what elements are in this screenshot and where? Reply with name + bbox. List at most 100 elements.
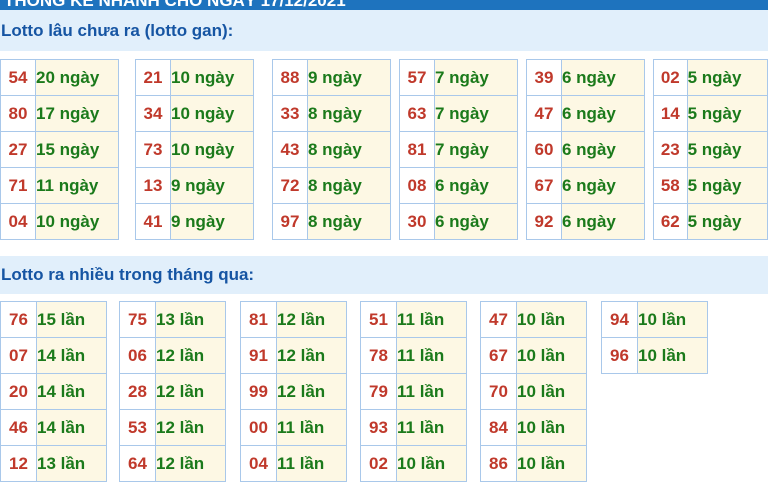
- table-row: 02 10 lần: [360, 445, 467, 482]
- table-row: 72 8 ngày: [272, 167, 391, 204]
- lotto-number: 43: [272, 131, 308, 168]
- lotto-number: 23: [653, 131, 688, 168]
- lotto-count: 10 lần: [516, 337, 587, 374]
- table-row: 57 7 ngày: [399, 59, 518, 96]
- lotto-number: 02: [360, 445, 397, 482]
- lotto-number: 94: [601, 301, 638, 338]
- lotto-count: 10 ngày: [170, 95, 254, 132]
- lotto-count: 5 ngày: [686, 131, 768, 168]
- lotto-number: 88: [272, 59, 308, 96]
- lotto-count: 10 lần: [396, 445, 467, 482]
- lotto-number: 39: [526, 59, 562, 96]
- lotto-number: 47: [480, 301, 517, 338]
- table-row: 46 14 lần: [0, 409, 107, 446]
- lotto-number: 51: [360, 301, 397, 338]
- gan-group: 88 9 ngày 33 8 ngày 43 8 ngày 72 8 ngày 97 8 ngày: [272, 59, 391, 240]
- table-row: 67 10 lần: [480, 337, 587, 374]
- lotto-number: 34: [135, 95, 171, 132]
- lotto-number: 53: [119, 409, 156, 446]
- gan-group: 57 7 ngày 63 7 ngày 81 7 ngày 08 6 ngày 30 6 ngày: [399, 59, 518, 240]
- table-row: 51 11 lần: [360, 301, 467, 338]
- table-row: 64 12 lần: [119, 445, 226, 482]
- lotto-count: 8 ngày: [307, 167, 391, 204]
- table-row: 14 5 ngày: [653, 95, 768, 132]
- lotto-count: 9 ngày: [170, 167, 254, 204]
- lotto-count: 10 lần: [637, 337, 708, 374]
- lotto-number: 12: [0, 445, 37, 482]
- lotto-count: 13 lần: [155, 301, 226, 338]
- lotto-number: 80: [0, 95, 36, 132]
- frequent-group: 47 10 lần 67 10 lần 70 10 lần 84 10 lần 86 10 lần: [480, 301, 587, 482]
- lotto-count: 12 lần: [276, 337, 347, 374]
- header-bar: THỐNG KÊ NHANH CHO NGÀY 17/12/2021: [0, 0, 768, 10]
- table-row: 20 14 lần: [0, 373, 107, 410]
- lotto-count: 11 lần: [276, 409, 347, 446]
- table-row: 30 6 ngày: [399, 203, 518, 240]
- lotto-number: 04: [240, 445, 277, 482]
- lotto-number: 91: [240, 337, 277, 374]
- lotto-count: 11 ngày: [35, 167, 119, 204]
- table-row: 81 7 ngày: [399, 131, 518, 168]
- lotto-count: 10 lần: [637, 301, 708, 338]
- table-row: 60 6 ngày: [526, 131, 645, 168]
- lotto-number: 78: [360, 337, 397, 374]
- lotto-count: 10 ngày: [170, 131, 254, 168]
- lotto-count: 5 ngày: [686, 59, 768, 96]
- lotto-count: 6 ngày: [561, 167, 645, 204]
- gan-group: 21 10 ngày 34 10 ngày 73 10 ngày 13 9 ngày 41 9 n…: [135, 59, 254, 240]
- gan-group: 39 6 ngày 47 6 ngày 60 6 ngày 67 6 ngày 92 6 ngày: [526, 59, 645, 240]
- table-row: 53 12 lần: [119, 409, 226, 446]
- lotto-count: 6 ngày: [561, 95, 645, 132]
- lotto-count: 11 lần: [396, 301, 467, 338]
- lotto-number: 07: [0, 337, 37, 374]
- lotto-number: 67: [526, 167, 562, 204]
- table-row: 91 12 lần: [240, 337, 347, 374]
- lotto-number: 30: [399, 203, 435, 240]
- table-row: 92 6 ngày: [526, 203, 645, 240]
- table-row: 28 12 lần: [119, 373, 226, 410]
- table-row: 93 11 lần: [360, 409, 467, 446]
- lotto-number: 46: [0, 409, 37, 446]
- lotto-count: 10 lần: [516, 373, 587, 410]
- lotto-count: 5 ngày: [686, 95, 768, 132]
- lotto-count: 6 ngày: [561, 59, 645, 96]
- table-row: 67 6 ngày: [526, 167, 645, 204]
- lotto-count: 7 ngày: [434, 59, 518, 96]
- frequent-group: 94 10 lần 96 10 lần: [601, 301, 708, 374]
- table-row: 86 10 lần: [480, 445, 587, 482]
- lotto-number: 58: [653, 167, 688, 204]
- lotto-number: 13: [135, 167, 171, 204]
- lotto-count: 12 lần: [155, 337, 226, 374]
- gan-section-title: Lotto lâu chưa ra (lotto gan):: [0, 10, 768, 51]
- table-row: 02 5 ngày: [653, 59, 768, 96]
- lotto-number: 63: [399, 95, 435, 132]
- table-row: 43 8 ngày: [272, 131, 391, 168]
- lotto-number: 54: [0, 59, 36, 96]
- lotto-number: 27: [0, 131, 36, 168]
- lotto-number: 02: [653, 59, 688, 96]
- lotto-number: 97: [272, 203, 308, 240]
- lotto-count: 11 lần: [396, 373, 467, 410]
- table-row: 97 8 ngày: [272, 203, 391, 240]
- lotto-count: 10 lần: [516, 301, 587, 338]
- lotto-count: 14 lần: [36, 373, 107, 410]
- lotto-count: 14 lần: [36, 409, 107, 446]
- frequent-group: 51 11 lần 78 11 lần 79 11 lần 93 11 lần 02 10 lần: [360, 301, 467, 482]
- lotto-number: 71: [0, 167, 36, 204]
- lotto-count: 5 ngày: [686, 203, 768, 240]
- table-row: 99 12 lần: [240, 373, 347, 410]
- lotto-count: 6 ngày: [434, 203, 518, 240]
- lotto-number: 64: [119, 445, 156, 482]
- table-row: 47 10 lần: [480, 301, 587, 338]
- lotto-number: 76: [0, 301, 37, 338]
- table-row: 84 10 lần: [480, 409, 587, 446]
- lotto-number: 99: [240, 373, 277, 410]
- table-row: 13 9 ngày: [135, 167, 254, 204]
- lotto-number: 84: [480, 409, 517, 446]
- table-row: 80 17 ngày: [0, 95, 119, 132]
- table-row: 12 13 lần: [0, 445, 107, 482]
- lotto-number: 57: [399, 59, 435, 96]
- lotto-number: 21: [135, 59, 171, 96]
- lotto-count: 15 ngày: [35, 131, 119, 168]
- table-row: 39 6 ngày: [526, 59, 645, 96]
